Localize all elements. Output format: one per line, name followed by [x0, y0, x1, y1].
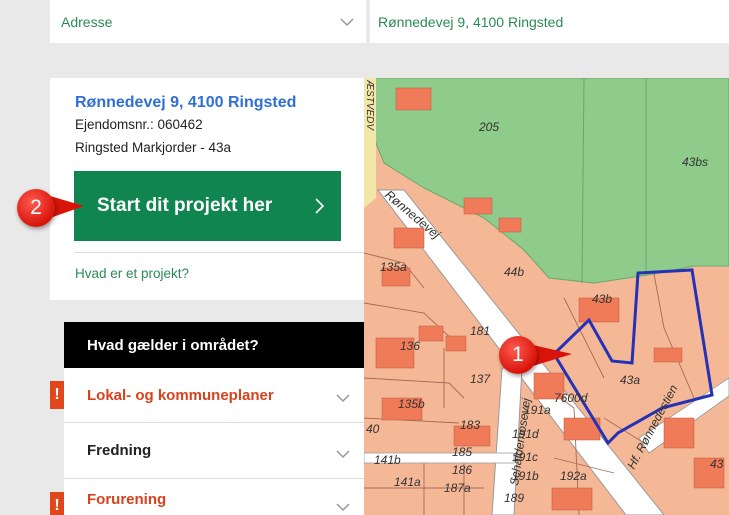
map-parcel-label: 43a — [620, 373, 640, 387]
rule-item-label: Forurening — [87, 490, 167, 508]
map-parcel-label: 135a — [380, 260, 407, 274]
callout-number: 2 — [30, 196, 42, 219]
rule-item-preservation[interactable]: Fredning — [64, 423, 364, 478]
map-parcel-label: 192a — [560, 469, 587, 483]
map-parcel-label: 141a — [394, 475, 421, 489]
address-type-label: Adresse — [61, 13, 113, 30]
chevron-down-icon — [336, 390, 350, 407]
property-panel: Rønnedevej 9, 4100 Ringsted Ejendomsnr.:… — [50, 78, 364, 300]
map-parcel-label: 185 — [452, 445, 472, 459]
page: Adresse Rønnedevej 9, 4100 Ringsted Rønn… — [0, 0, 729, 515]
divider — [74, 252, 364, 253]
map-parcel-label: 186 — [452, 463, 472, 477]
rule-item-label: Fredning — [87, 442, 152, 459]
map-parcel-label: 187a — [444, 481, 471, 495]
start-project-button[interactable]: Start dit projekt her — [74, 171, 341, 241]
property-title: Rønnedevej 9, 4100 Ringsted — [75, 94, 297, 111]
address-input-value: Rønnedevej 9, 4100 Ringsted — [378, 13, 564, 30]
rules-heading: Hvad gælder i området? — [64, 322, 364, 377]
address-bar-divider — [366, 0, 370, 43]
map-parcel-label: 205 — [478, 120, 499, 134]
chevron-down-icon — [336, 499, 350, 515]
what-is-project-link[interactable]: Hvad er et projekt? — [75, 266, 189, 281]
callout-badge-2: 2 — [17, 189, 55, 227]
map-parcel-label: 135b — [398, 397, 425, 411]
rule-item-local-plans[interactable]: Lokal- og kommuneplaner — [64, 368, 364, 422]
map-parcel-label: 136 — [400, 339, 420, 353]
map-parcel-label: 137 — [470, 372, 491, 386]
warning-icon: ! — [50, 492, 64, 515]
warning-icon: ! — [50, 381, 64, 409]
map-parcel-label: 183 — [460, 418, 480, 432]
map-parcel-label: 43 — [710, 457, 724, 471]
map-parcel-label: 40 — [366, 422, 380, 436]
chevron-down-icon — [340, 14, 354, 30]
chevron-down-icon — [336, 446, 350, 463]
rules-heading-text: Hvad gælder i området? — [87, 336, 259, 354]
map-parcel-label: 44b — [504, 265, 524, 279]
address-input[interactable]: Rønnedevej 9, 4100 Ringsted — [378, 0, 563, 43]
address-type-dropdown[interactable]: Adresse — [50, 0, 364, 43]
map-parcel-label: 189 — [504, 491, 524, 505]
map-street-label: ÆSTVEDV — [364, 79, 375, 131]
map-parcel-label: 7600d — [554, 391, 588, 405]
callout-number: 1 — [512, 343, 524, 366]
warning-mark: ! — [54, 497, 60, 514]
property-number: Ejendomsnr.: 060462 — [75, 117, 203, 132]
chevron-right-icon — [315, 198, 325, 220]
rule-item-label: Lokal- og kommuneplaner — [87, 386, 274, 404]
callout-badge-1: 1 — [499, 336, 537, 374]
cadastral-map[interactable]: 205 43bs 135a 44b 43b 181 136 137 43a 13… — [364, 78, 729, 515]
start-project-label: Start dit projekt her — [97, 195, 273, 216]
address-bar: Adresse Rønnedevej 9, 4100 Ringsted — [50, 0, 729, 43]
map-parcel-label: 43b — [592, 292, 612, 306]
warning-mark: ! — [54, 386, 60, 403]
map-parcel-label: 141b — [374, 453, 401, 467]
map-parcel-label: 181 — [470, 324, 490, 338]
map-parcel-label: 43bs — [682, 155, 708, 169]
rule-item-pollution[interactable]: Forurening — [64, 479, 364, 515]
property-cadastre: Ringsted Markjorder - 43a — [75, 140, 232, 155]
